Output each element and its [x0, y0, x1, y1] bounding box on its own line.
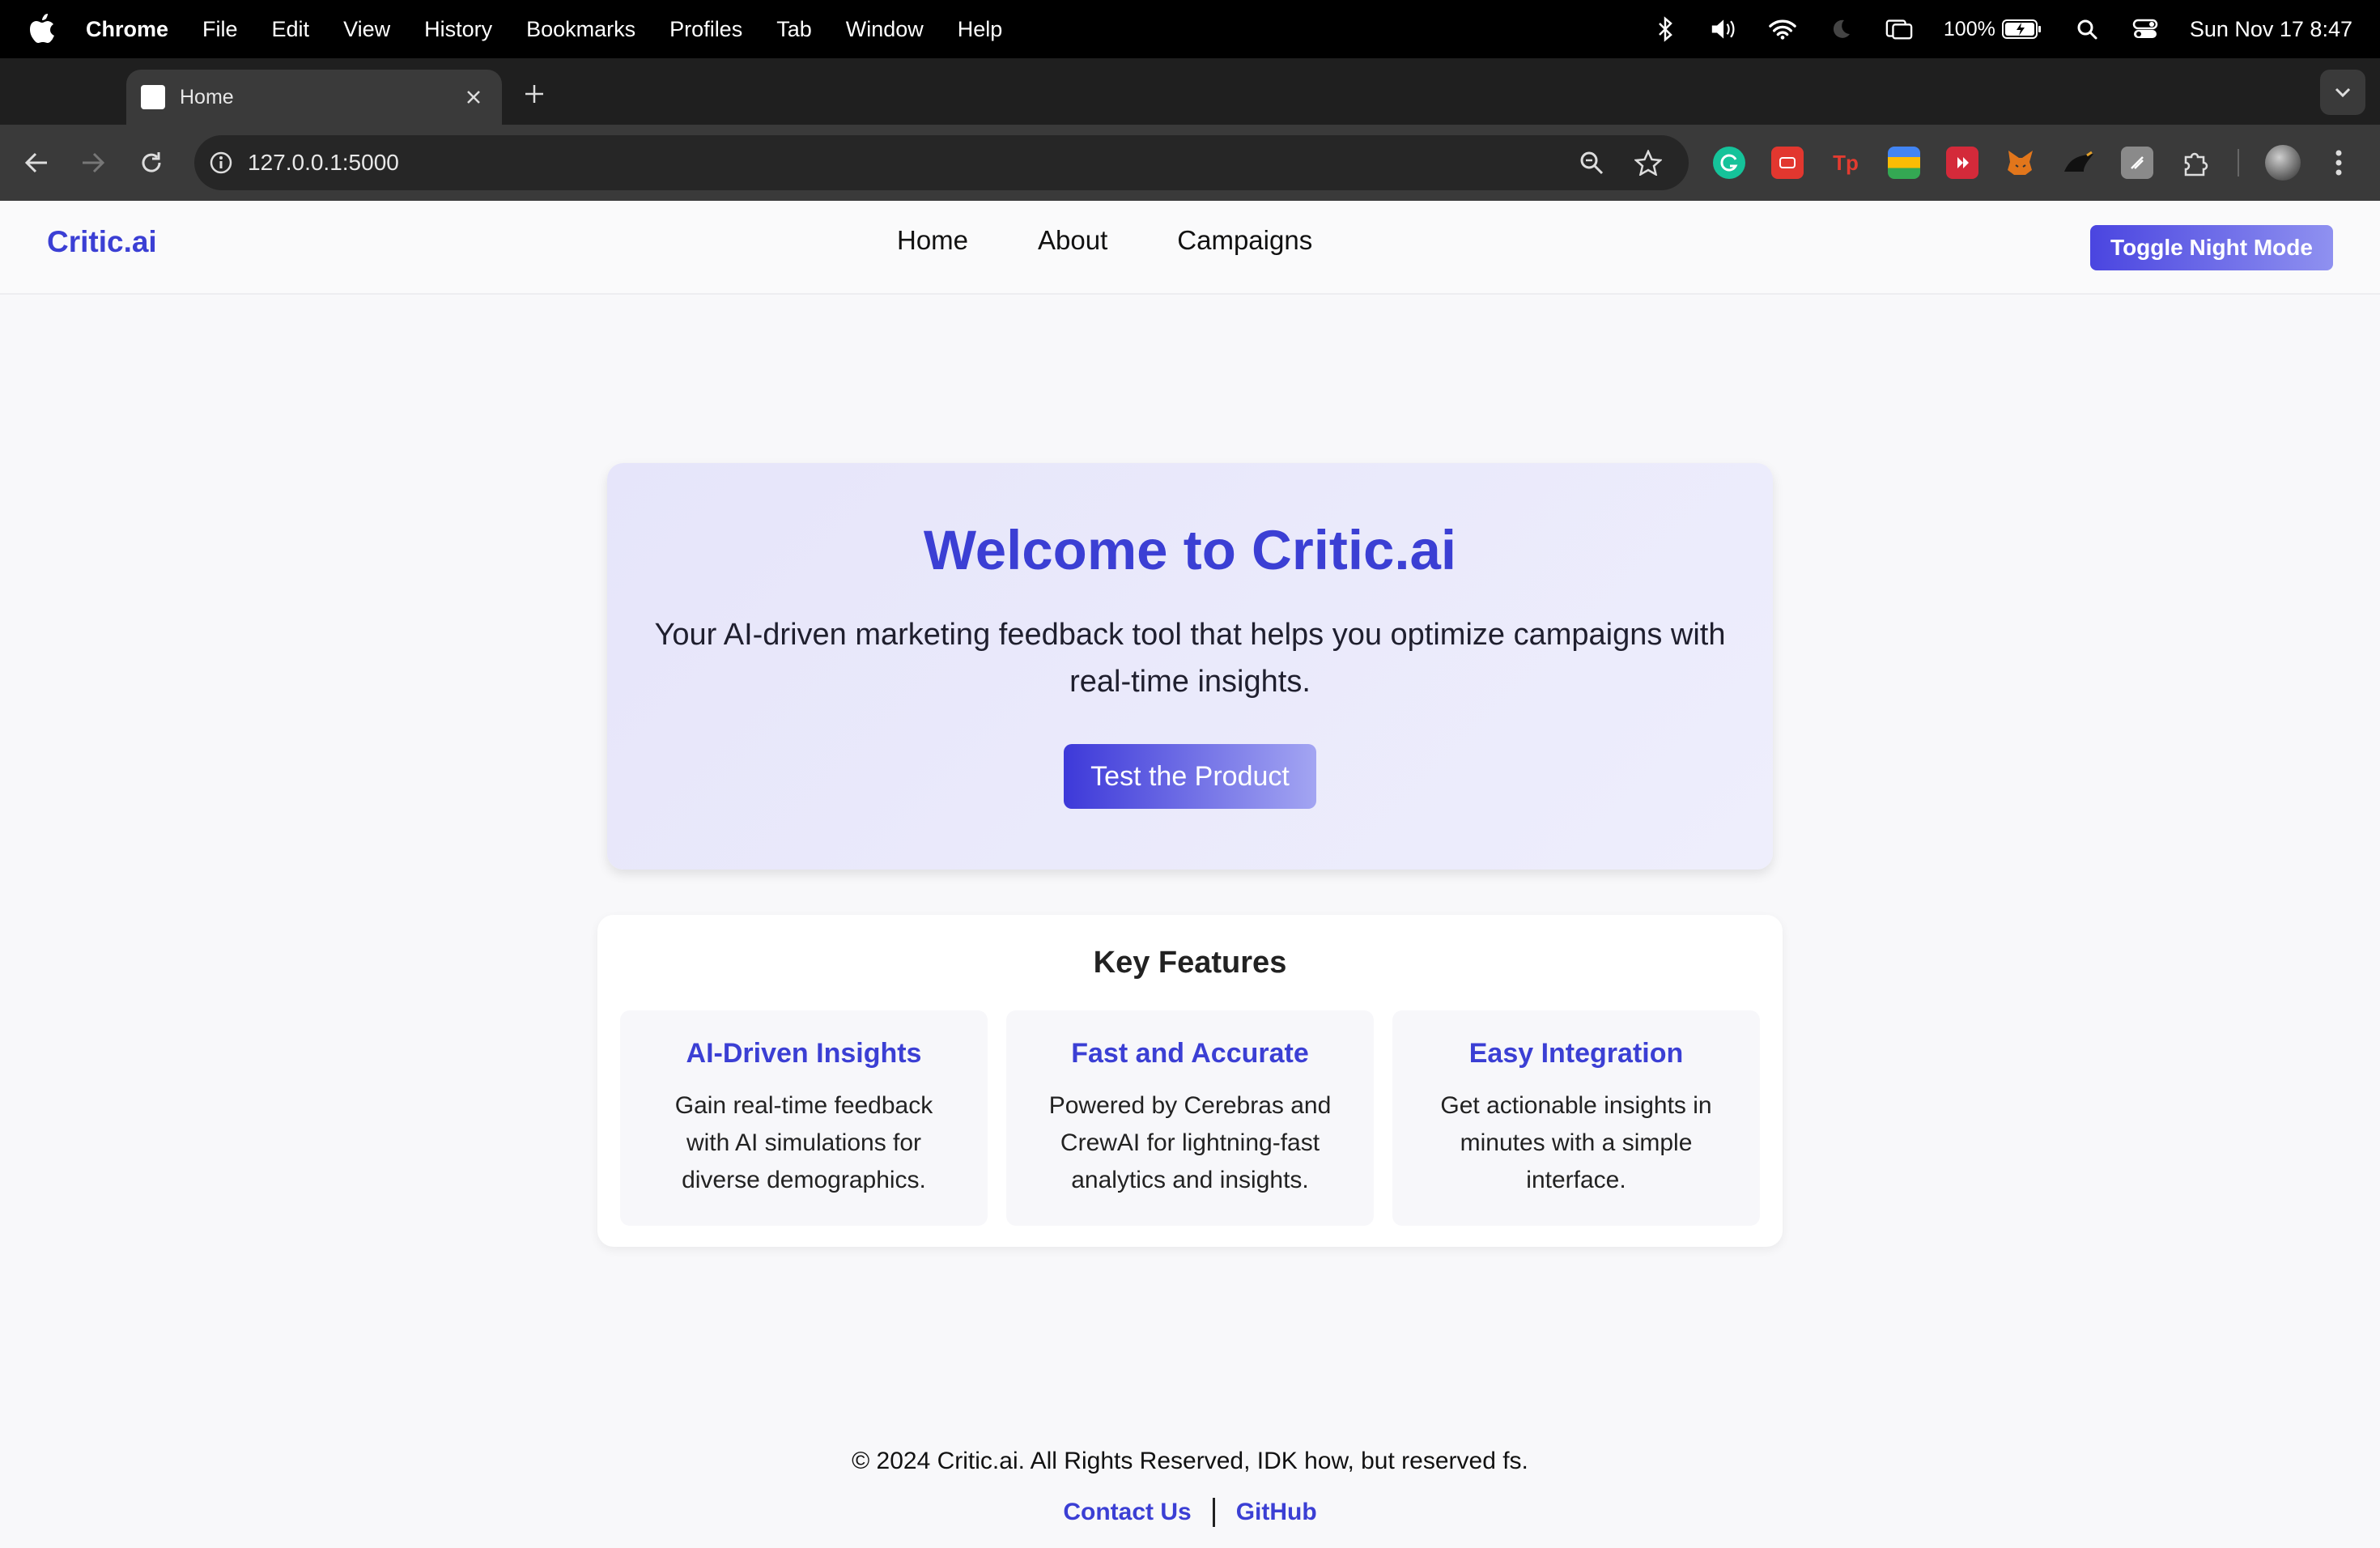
bookmark-star-icon[interactable]	[1632, 147, 1664, 179]
battery-icon[interactable]	[2001, 15, 2042, 43]
page-favicon-icon	[141, 85, 165, 109]
dark-ext-icon[interactable]	[2063, 147, 2095, 179]
tp-icon[interactable]: Tp	[1830, 147, 1862, 179]
site-brand-logo[interactable]: Critic.ai	[47, 225, 157, 259]
menu-profiles[interactable]: Profiles	[669, 17, 742, 42]
menubar-clock[interactable]: Sun Nov 17 8:47	[2190, 17, 2352, 42]
github-link[interactable]: GitHub	[1236, 1499, 1317, 1526]
toggle-night-mode-button[interactable]: Toggle Night Mode	[2090, 225, 2333, 270]
battery-percent: 100%	[1943, 17, 1995, 40]
feature-description: Powered by Cerebras and CrewAI for light…	[1048, 1092, 1332, 1193]
profile-avatar[interactable]	[2265, 145, 2301, 181]
puzzle-extensions-icon[interactable]	[2179, 147, 2212, 179]
menu-history[interactable]: History	[424, 17, 492, 42]
tab-search-chevron-icon[interactable]	[2320, 70, 2365, 115]
fox-ext-icon[interactable]	[2004, 147, 2037, 179]
feature-title: Easy Integration	[1468, 1038, 1684, 1069]
reload-icon[interactable]	[131, 142, 172, 183]
nav-link-about[interactable]: About	[1038, 225, 1107, 256]
hero-section: Welcome to Critic.ai Your AI-driven mark…	[607, 463, 1773, 870]
browser-toolbar: 127.0.0.1:5000 Tp	[0, 125, 2380, 201]
control-center-icon[interactable]	[2131, 15, 2159, 43]
hero-title: Welcome to Critic.ai	[923, 519, 1457, 581]
video-ext-icon[interactable]	[1771, 147, 1804, 179]
tab-title: Home	[180, 85, 234, 108]
bluetooth-icon[interactable]	[1652, 15, 1680, 43]
forward-arrow-icon[interactable]	[73, 142, 113, 183]
menu-edit[interactable]: Edit	[272, 17, 310, 42]
red-play-ext-icon[interactable]	[1946, 147, 1978, 179]
menu-app-chrome[interactable]: Chrome	[86, 17, 168, 42]
moon-icon[interactable]	[1827, 15, 1855, 43]
browser-tabstrip: Home	[0, 58, 2380, 125]
grammarly-icon[interactable]	[1713, 147, 1745, 179]
features-title: Key Features	[1093, 946, 1287, 980]
menubar-status-area: 100% Sun Nov 17 8:47	[1652, 0, 2352, 58]
footer-divider	[1212, 1498, 1215, 1527]
wifi-icon[interactable]	[1769, 15, 1796, 43]
feature-title: Fast and Accurate	[1071, 1038, 1309, 1069]
menu-view[interactable]: View	[343, 17, 390, 42]
feature-title: AI-Driven Insights	[686, 1038, 922, 1069]
feature-description: Get actionable insights in minutes with …	[1440, 1092, 1712, 1193]
extensions-area: Tp	[1713, 141, 2351, 185]
menu-bookmarks[interactable]: Bookmarks	[526, 17, 635, 42]
page-viewport: Critic.ai Home About Campaigns Toggle Ni…	[0, 201, 2380, 1548]
spotlight-icon[interactable]	[2073, 15, 2101, 43]
chrome-menu-kebab-icon[interactable]	[2327, 145, 2351, 181]
feature-description: Gain real-time feedback with AI simulati…	[674, 1092, 933, 1193]
macos-menubar: Chrome File Edit View History Bookmarks …	[0, 0, 2380, 58]
new-tab-icon[interactable]	[518, 78, 550, 110]
footer-links: Contact Us GitHub	[0, 1498, 2380, 1527]
apple-icon[interactable]	[29, 14, 60, 45]
menu-window[interactable]: Window	[846, 17, 924, 42]
browser-tab-home[interactable]: Home	[126, 70, 502, 125]
zoom-icon[interactable]	[1575, 147, 1608, 179]
back-arrow-icon[interactable]	[16, 142, 57, 183]
site-nav-links: Home About Campaigns	[897, 225, 1312, 256]
site-info-icon[interactable]	[207, 149, 235, 176]
feature-card-ai-insights: AI-Driven Insights Gain real-time feedba…	[620, 1010, 988, 1226]
volume-icon[interactable]	[1711, 15, 1738, 43]
site-footer: © 2024 Critic.ai. All Rights Reserved, I…	[0, 1448, 2380, 1527]
url-text[interactable]: 127.0.0.1:5000	[248, 150, 1575, 176]
screen-mirror-icon[interactable]	[1885, 15, 1913, 43]
site-navbar: Critic.ai Home About Campaigns Toggle Ni…	[0, 201, 2380, 295]
menu-tab[interactable]: Tab	[776, 17, 812, 42]
toolbar-separator	[2238, 149, 2239, 176]
test-product-button[interactable]: Test the Product	[1064, 744, 1316, 809]
key-features-section: Key Features AI-Driven Insights Gain rea…	[597, 915, 1783, 1247]
feature-card-fast-accurate: Fast and Accurate Powered by Cerebras an…	[1006, 1010, 1374, 1226]
address-bar[interactable]: 127.0.0.1:5000	[194, 135, 1689, 190]
nav-link-campaigns[interactable]: Campaigns	[1177, 225, 1312, 256]
footer-copyright: © 2024 Critic.ai. All Rights Reserved, I…	[852, 1448, 1528, 1474]
nav-link-home[interactable]: Home	[897, 225, 968, 256]
grey-ext-icon[interactable]	[2121, 147, 2153, 179]
menu-help[interactable]: Help	[958, 17, 1003, 42]
feature-card-easy-integration: Easy Integration Get actionable insights…	[1392, 1010, 1760, 1226]
hero-subtitle: Your AI-driven marketing feedback tool t…	[654, 618, 1726, 699]
contact-us-link[interactable]: Contact Us	[1063, 1499, 1191, 1526]
close-tab-icon[interactable]	[460, 83, 487, 111]
menu-file[interactable]: File	[202, 17, 238, 42]
colorful-ext-icon[interactable]	[1888, 147, 1920, 179]
